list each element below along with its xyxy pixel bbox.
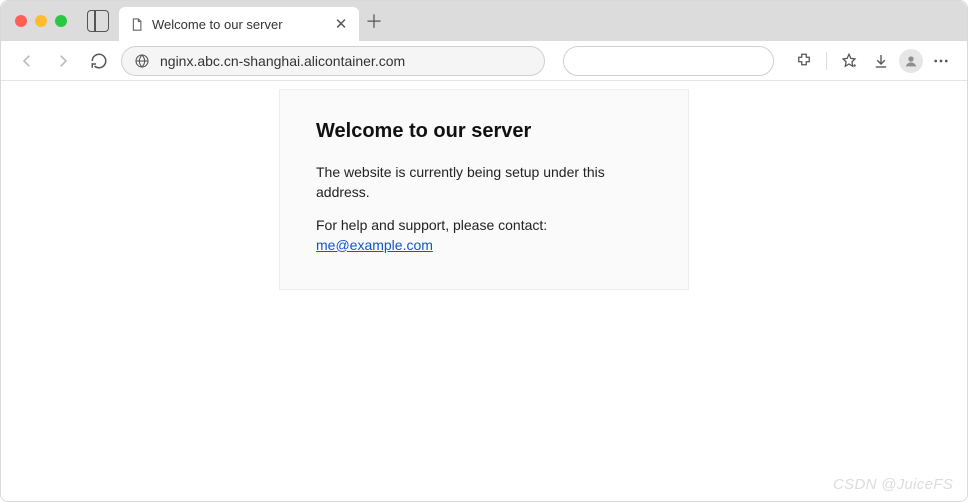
menu-button[interactable] [927, 47, 955, 75]
page-content: Welcome to our server The website is cur… [1, 81, 967, 290]
watermark: CSDN @JuiceFS [833, 476, 953, 493]
reload-button[interactable] [85, 47, 113, 75]
browser-tab[interactable]: Welcome to our server ✕ [119, 7, 359, 41]
support-prefix: For help and support, please contact: [316, 217, 547, 233]
sidebar-toggle-icon[interactable] [87, 10, 109, 32]
page-heading: Welcome to our server [316, 120, 652, 143]
window-titlebar: Welcome to our server ✕ ＋ [1, 1, 967, 41]
browser-toolbar: nginx.abc.cn-shanghai.alicontainer.com [1, 41, 967, 81]
page-body-1: The website is currently being setup und… [316, 163, 652, 202]
window-minimize-button[interactable] [35, 15, 47, 27]
url-text: nginx.abc.cn-shanghai.alicontainer.com [160, 53, 405, 69]
forward-button[interactable] [49, 47, 77, 75]
new-tab-button[interactable]: ＋ [359, 6, 389, 36]
back-button[interactable] [13, 47, 41, 75]
search-box[interactable] [563, 46, 774, 76]
extensions-button[interactable] [790, 47, 818, 75]
welcome-card: Welcome to our server The website is cur… [279, 89, 689, 290]
window-maximize-button[interactable] [55, 15, 67, 27]
support-email-link[interactable]: me@example.com [316, 237, 433, 253]
page-body-2: For help and support, please contact: me… [316, 216, 652, 255]
page-icon [129, 17, 144, 32]
favorites-button[interactable] [835, 47, 863, 75]
window-close-button[interactable] [15, 15, 27, 27]
downloads-button[interactable] [867, 47, 895, 75]
separator [826, 52, 827, 70]
address-bar[interactable]: nginx.abc.cn-shanghai.alicontainer.com [121, 46, 545, 76]
tab-title: Welcome to our server [152, 17, 325, 32]
tab-close-icon[interactable]: ✕ [333, 15, 349, 33]
window-controls [1, 1, 81, 41]
profile-button[interactable] [899, 49, 923, 73]
globe-icon [134, 53, 150, 69]
